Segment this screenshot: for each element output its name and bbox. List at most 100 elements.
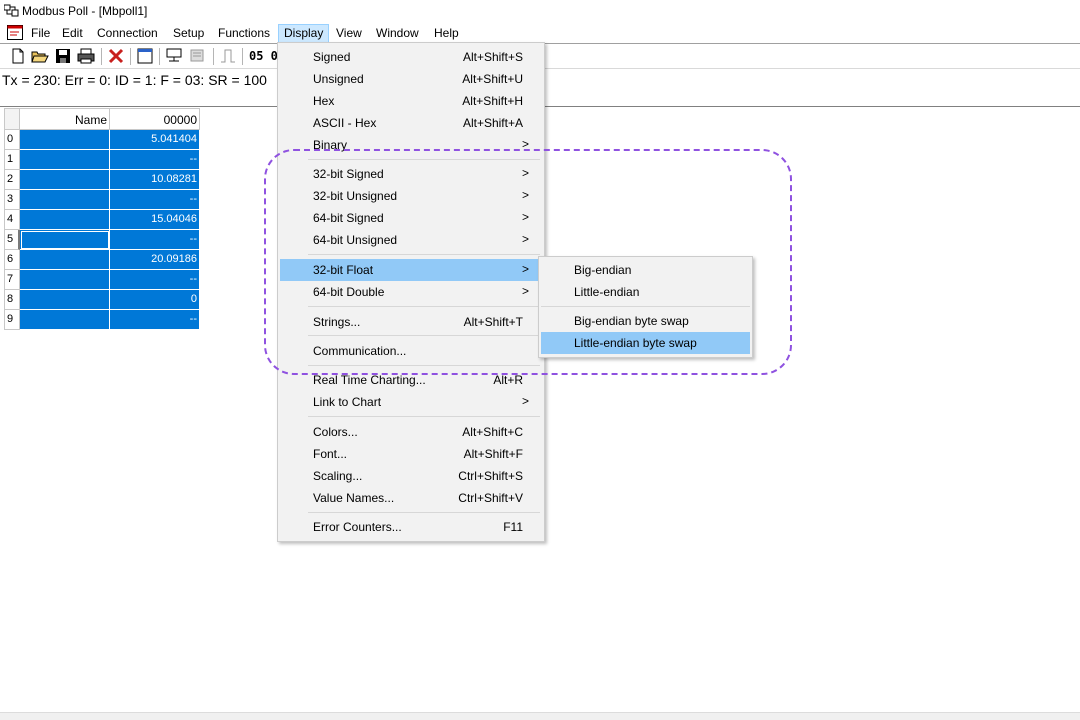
row-header[interactable]: 8 (4, 290, 20, 310)
row-header[interactable]: 3 (4, 190, 20, 210)
menu-separator (541, 306, 750, 307)
menu-item-label: Real Time Charting... (313, 373, 426, 387)
menu-edit[interactable]: Edit (56, 24, 89, 43)
row-header[interactable]: 2 (4, 170, 20, 190)
menu-item-communication[interactable]: Communication... (280, 340, 542, 362)
menu-item-64bit-signed[interactable]: 64-bit Signed > (280, 207, 542, 229)
menu-item-strings[interactable]: Strings... Alt+Shift+T (280, 311, 542, 333)
menu-item-scaling[interactable]: Scaling... Ctrl+Shift+S (280, 465, 542, 487)
menu-item-value-names[interactable]: Value Names... Ctrl+Shift+V (280, 487, 542, 509)
submenu-item-little-endian-byte-swap[interactable]: Little-endian byte swap (541, 332, 750, 354)
menu-connection[interactable]: Connection (91, 24, 164, 43)
menu-item-label: 64-bit Unsigned (313, 233, 398, 247)
menu-item-shortcut: Alt+Shift+S (462, 50, 523, 64)
menu-functions[interactable]: Functions (212, 24, 276, 43)
submenu-item-label: Little-endian (574, 285, 640, 299)
value-cell[interactable]: -- (110, 310, 200, 330)
value-cell[interactable]: 10.08281 (110, 170, 200, 190)
menu-item-shortcut: Alt+R (493, 373, 523, 387)
menu-separator (308, 416, 540, 417)
menu-item-label: 32-bit Float (313, 263, 374, 277)
display-menu: Signed Alt+Shift+S Unsigned Alt+Shift+U … (277, 42, 545, 542)
menu-view[interactable]: View (330, 24, 368, 43)
value-cell[interactable]: 15.04046 (110, 210, 200, 230)
menu-item-unsigned[interactable]: Unsigned Alt+Shift+U (280, 68, 542, 90)
submenu-item-big-endian-byte-swap[interactable]: Big-endian byte swap (541, 310, 750, 332)
new-document-icon[interactable] (9, 47, 27, 65)
menu-separator (308, 159, 540, 160)
name-cell[interactable] (20, 130, 110, 150)
submenu-arrow-icon: > (521, 262, 529, 276)
name-cell[interactable] (20, 190, 110, 210)
row-header[interactable]: 4 (4, 210, 20, 230)
document-window-icon[interactable] (7, 25, 23, 40)
value-cell[interactable]: 0 (110, 290, 200, 310)
name-cell-focused[interactable] (20, 230, 110, 250)
value-cell[interactable]: 5.041404 (110, 130, 200, 150)
menu-item-label: 64-bit Signed (313, 211, 384, 225)
menu-file[interactable]: File (25, 24, 56, 43)
menu-help[interactable]: Help (428, 24, 465, 43)
toolbar-separator (213, 48, 214, 65)
row-header[interactable]: 9 (4, 310, 20, 330)
menu-item-label: Communication... (313, 344, 407, 358)
name-cell[interactable] (20, 250, 110, 270)
value-cell[interactable]: -- (110, 150, 200, 170)
row-header[interactable]: 0 (4, 130, 20, 150)
function-05-button[interactable]: 05 0 (249, 49, 278, 63)
row-header[interactable]: 1 (4, 150, 20, 170)
row-header[interactable]: 5 (4, 230, 20, 250)
submenu-arrow-icon: > (521, 188, 529, 202)
delete-icon[interactable] (107, 47, 125, 65)
menu-item-colors[interactable]: Colors... Alt+Shift+C (280, 421, 542, 443)
grid-corner (4, 108, 20, 130)
column-header-name[interactable]: Name (20, 108, 110, 130)
pulse-icon[interactable] (219, 47, 237, 65)
menu-item-hex[interactable]: Hex Alt+Shift+H (280, 90, 542, 112)
menu-display[interactable]: Display (278, 24, 330, 43)
submenu-item-big-endian[interactable]: Big-endian (541, 259, 750, 281)
menu-item-label: 64-bit Double (313, 285, 385, 299)
menu-item-real-time-charting[interactable]: Real Time Charting... Alt+R (280, 369, 542, 391)
menu-item-32bit-signed[interactable]: 32-bit Signed > (280, 163, 542, 185)
menu-item-label: Strings... (313, 315, 361, 329)
menu-item-32bit-unsigned[interactable]: 32-bit Unsigned > (280, 185, 542, 207)
name-cell[interactable] (20, 150, 110, 170)
value-cell[interactable]: -- (110, 190, 200, 210)
name-cell[interactable] (20, 270, 110, 290)
disconnect-icon[interactable] (188, 47, 206, 65)
menu-item-64bit-unsigned[interactable]: 64-bit Unsigned > (280, 229, 542, 251)
name-cell[interactable] (20, 290, 110, 310)
menu-item-32bit-float[interactable]: 32-bit Float > (280, 259, 542, 281)
menu-item-label: 32-bit Signed (313, 167, 384, 181)
name-cell[interactable] (20, 170, 110, 190)
value-cell[interactable]: 20.09186 (110, 250, 200, 270)
menu-item-signed[interactable]: Signed Alt+Shift+S (280, 46, 542, 68)
submenu-item-little-endian[interactable]: Little-endian (541, 281, 750, 303)
save-icon[interactable] (54, 47, 72, 65)
value-cell[interactable]: -- (110, 270, 200, 290)
print-icon[interactable] (77, 47, 95, 65)
menu-window[interactable]: Window (370, 24, 425, 43)
column-header-address[interactable]: 00000 (110, 108, 200, 130)
window-icon[interactable] (136, 47, 154, 65)
name-cell[interactable] (20, 310, 110, 330)
value-cell[interactable]: -- (110, 230, 200, 250)
menu-item-error-counters[interactable]: Error Counters... F11 (280, 516, 542, 538)
open-folder-icon[interactable] (31, 47, 49, 65)
menu-item-font[interactable]: Font... Alt+Shift+F (280, 443, 542, 465)
row-header[interactable]: 6 (4, 250, 20, 270)
name-cell[interactable] (20, 210, 110, 230)
menu-item-binary[interactable]: Binary > (280, 134, 542, 156)
menu-item-label: Hex (313, 94, 335, 108)
menu-setup[interactable]: Setup (167, 24, 210, 43)
menu-item-64bit-double[interactable]: 64-bit Double > (280, 281, 542, 303)
submenu-item-label: Big-endian (574, 263, 632, 277)
title-bar: Modbus Poll - [Mbpoll1] (0, 0, 1080, 22)
connect-icon[interactable] (165, 47, 183, 65)
menu-item-label: ASCII - Hex (313, 116, 377, 130)
menu-item-ascii-hex[interactable]: ASCII - Hex Alt+Shift+A (280, 112, 542, 134)
toolbar-separator (159, 48, 160, 65)
row-header[interactable]: 7 (4, 270, 20, 290)
menu-item-link-to-chart[interactable]: Link to Chart > (280, 391, 542, 413)
